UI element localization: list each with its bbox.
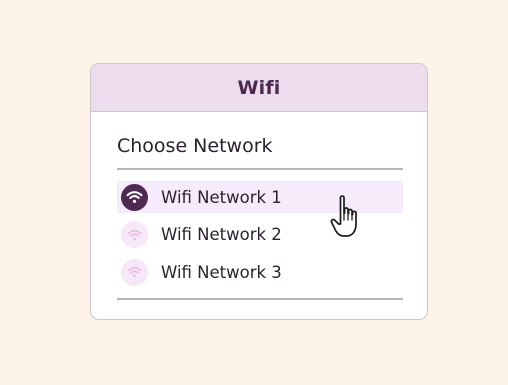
dialog-header: Wifi bbox=[91, 64, 427, 112]
dialog-title: Wifi bbox=[237, 76, 281, 99]
wifi-icon bbox=[121, 258, 148, 286]
divider-bottom bbox=[117, 298, 403, 300]
network-label: Wifi Network 1 bbox=[161, 187, 282, 207]
wifi-icon bbox=[121, 183, 148, 211]
wifi-dialog: Wifi Choose Network Wifi Network 1 Wifi … bbox=[90, 63, 428, 320]
network-item-3[interactable]: Wifi Network 3 bbox=[117, 256, 403, 288]
wifi-icon bbox=[121, 221, 148, 248]
hand-pointer-icon bbox=[328, 194, 368, 240]
section-title: Choose Network bbox=[117, 135, 273, 157]
divider-top bbox=[117, 168, 403, 170]
network-label: Wifi Network 3 bbox=[161, 262, 282, 282]
network-label: Wifi Network 2 bbox=[161, 225, 282, 244]
